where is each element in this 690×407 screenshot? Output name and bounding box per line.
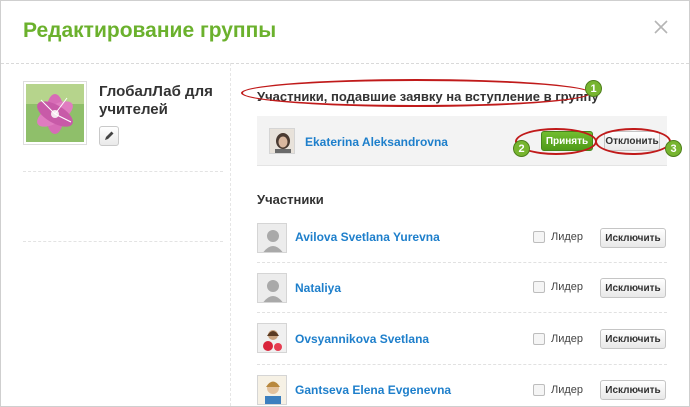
group-name: ГлобалЛаб для учителей [99,83,213,118]
row-divider [257,364,667,365]
exclude-button[interactable]: Исключить [600,278,666,298]
column-divider [230,63,231,406]
exclude-button[interactable]: Исключить [600,380,666,400]
photo-avatar-icon [257,323,287,353]
member-link[interactable]: Avilova Svetlana Yurevna [295,230,440,244]
highlight-oval [241,79,591,107]
avatar [269,128,295,154]
default-avatar-icon [257,273,287,303]
member-link[interactable]: Ovsyannikova Svetlana [295,332,429,346]
row-divider [257,312,667,313]
annotation-badge-1: 1 [585,80,602,97]
annotation-badge-3: 3 [665,140,682,157]
edit-group-dialog: Редактирование группы ГлобалЛаб для учит… [0,0,690,407]
group-photo [23,81,87,145]
leader-label: Лидер [551,281,584,293]
left-divider [23,241,223,242]
annotation-badge-2: 2 [513,140,530,157]
leader-checkbox[interactable] [533,281,545,293]
photo-avatar-icon [257,375,287,405]
dialog-title: Редактирование группы [23,19,277,42]
request-user-link[interactable]: Ekaterina Aleksandrovna [305,135,448,149]
members-title: Участники [257,192,324,207]
flower-photo-icon [26,84,84,142]
leader-checkbox[interactable] [533,384,545,396]
close-icon[interactable] [653,19,669,35]
header-divider [1,63,689,64]
default-avatar-icon [257,223,287,253]
left-divider [23,171,223,172]
leader-label: Лидер [551,231,584,243]
exclude-button[interactable]: Исключить [600,329,666,349]
exclude-button[interactable]: Исключить [600,228,666,248]
row-divider [257,262,667,263]
leader-checkbox[interactable] [533,333,545,345]
highlight-oval [595,128,671,155]
pencil-icon [105,131,114,140]
member-link[interactable]: Gantseva Elena Evgenevna [295,383,451,397]
leader-checkbox[interactable] [533,231,545,243]
member-link[interactable]: Nataliya [295,281,341,295]
leader-label: Лидер [551,384,584,396]
edit-group-button[interactable] [99,126,119,146]
leader-label: Лидер [551,333,584,345]
